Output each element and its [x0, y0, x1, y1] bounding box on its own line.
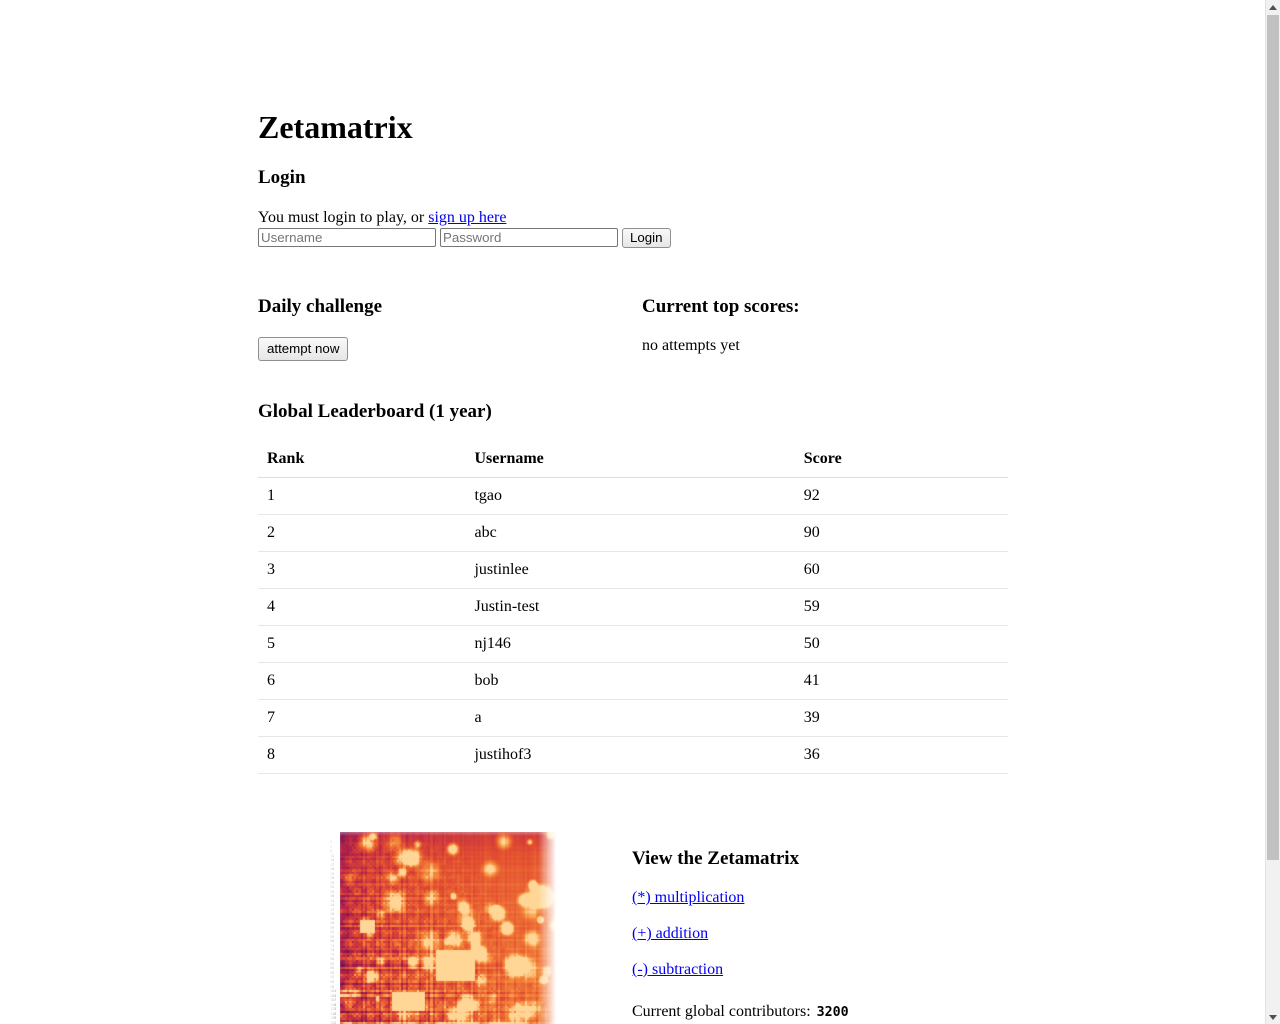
view-link-subtraction-wrapper: (-) subtraction [632, 961, 723, 979]
login-form: Login [258, 228, 671, 248]
table-row: 1 tgao 92 [258, 477, 1008, 515]
leaderboard-table: Rank Username Score 1 tgao 92 2 abc 90 3 justin… [258, 442, 1008, 774]
view-zetamatrix-heading: View the Zetamatrix [632, 848, 800, 869]
scroll-up-arrow-icon[interactable] [1266, 0, 1280, 14]
top-scores-heading: Current top scores: [642, 296, 800, 317]
login-prompt-text: You must login to play, or [258, 209, 429, 226]
table-row: 8 justihof3 36 [258, 736, 1008, 774]
attempt-now-button[interactable]: attempt now [258, 337, 349, 361]
cell-rank: 2 [258, 514, 466, 552]
cell-rank: 3 [258, 551, 466, 589]
column-header-username: Username [465, 442, 795, 478]
cell-username: abc [465, 514, 795, 552]
table-row: 3 justinlee 60 [258, 551, 1008, 589]
cell-score: 41 [794, 662, 1008, 700]
cell-rank: 8 [258, 736, 466, 774]
cell-rank: 1 [258, 477, 466, 515]
login-prompt: You must login to play, or sign up here [258, 209, 506, 227]
cell-score: 59 [794, 588, 1008, 626]
leaderboard-table-head: Rank Username Score [258, 442, 1008, 478]
cell-username: justihof3 [465, 736, 795, 774]
table-row: 7 a 39 [258, 699, 1008, 737]
leaderboard-heading: Global Leaderboard (1 year) [258, 401, 492, 422]
view-link-multiplication-wrapper: (*) multiplication [632, 889, 744, 907]
view-link-subtraction[interactable]: (-) subtraction [632, 961, 723, 978]
scroll-down-arrow-icon[interactable] [1266, 1010, 1280, 1024]
cell-rank: 6 [258, 662, 466, 700]
scrollbar-thumb[interactable] [1267, 15, 1279, 860]
contributors-count: 3200 [816, 1005, 849, 1020]
cell-rank: 4 [258, 588, 466, 626]
table-row: 2 abc 90 [258, 514, 1008, 552]
table-header-row: Rank Username Score [258, 442, 1008, 478]
cell-username: justinlee [465, 551, 795, 589]
contributors-label: Current global contributors: [632, 1003, 811, 1020]
cell-score: 60 [794, 551, 1008, 589]
table-row: 5 nj146 50 [258, 625, 1008, 663]
table-row: 6 bob 41 [258, 662, 1008, 700]
cell-username: bob [465, 662, 795, 700]
daily-challenge-heading: Daily challenge [258, 296, 383, 317]
cell-username: a [465, 699, 795, 737]
cell-score: 90 [794, 514, 1008, 552]
axis-tick-label: 122 [330, 1020, 337, 1024]
zetamatrix-axis-ticks: 2 5 8 11 14 17 20 23 26 29 32 35 38 41 44 47 50 53 56 59 62 6… [330, 840, 340, 1024]
cell-rank: 5 [258, 625, 466, 663]
username-input[interactable] [258, 228, 436, 247]
sign-up-link[interactable]: sign up here [428, 209, 506, 226]
attempt-now-wrapper: attempt now [258, 337, 349, 361]
browser-viewport: Zetamatrix Login You must login to play,… [0, 0, 1265, 1024]
column-header-score: Score [794, 442, 1008, 478]
view-link-multiplication[interactable]: (*) multiplication [632, 889, 744, 906]
leaderboard-table-body: 1 tgao 92 2 abc 90 3 justinlee 60 4 Justin-test 59 5… [258, 477, 1008, 774]
login-button[interactable]: Login [622, 228, 671, 248]
cell-score: 92 [794, 477, 1008, 515]
global-contributors: Current global contributors: 3200 [632, 1002, 849, 1022]
cell-score: 39 [794, 699, 1008, 737]
password-input[interactable] [440, 228, 618, 247]
column-header-rank: Rank [258, 442, 466, 478]
cell-score: 36 [794, 736, 1008, 774]
zetamatrix-figure: 2 5 8 11 14 17 20 23 26 29 32 35 38 41 44 47 50 53 56 59 62 6… [328, 824, 556, 1024]
page-title: Zetamatrix [258, 109, 413, 145]
top-scores-empty-text: no attempts yet [642, 337, 740, 354]
view-link-addition[interactable]: (+) addition [632, 925, 708, 942]
zetamatrix-heatmap-image [340, 832, 556, 1024]
leaderboard-table-wrapper: Rank Username Score 1 tgao 92 2 abc 90 3 justin… [258, 442, 1008, 774]
login-heading: Login [258, 167, 306, 188]
cell-username: Justin-test [465, 588, 795, 626]
table-row: 4 Justin-test 59 [258, 588, 1008, 626]
cell-rank: 7 [258, 699, 466, 737]
cell-username: tgao [465, 477, 795, 515]
cell-username: nj146 [465, 625, 795, 663]
view-link-addition-wrapper: (+) addition [632, 925, 708, 943]
page-scrollbar[interactable] [1265, 0, 1280, 1024]
cell-score: 50 [794, 625, 1008, 663]
